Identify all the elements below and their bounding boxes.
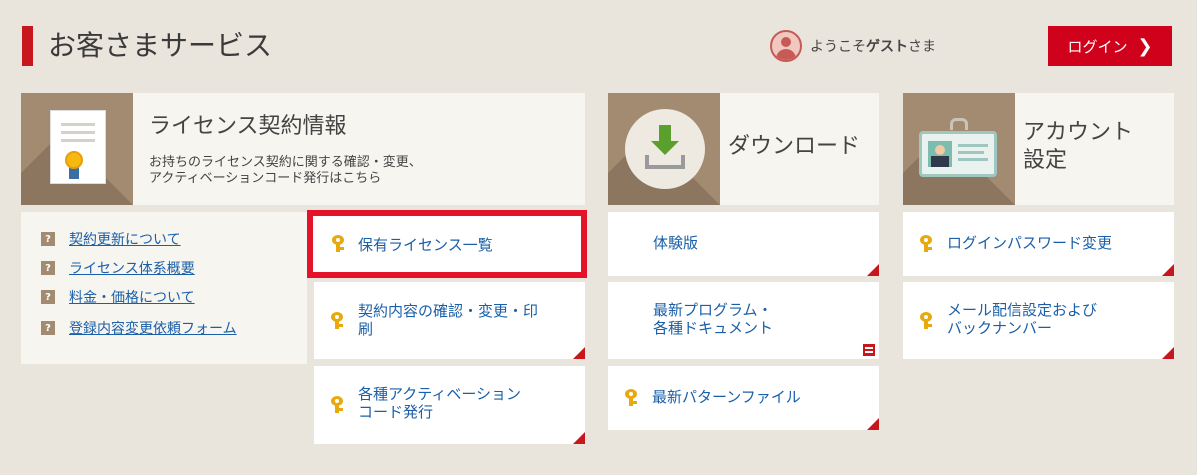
faq-item: ? 料金・価格について xyxy=(41,287,195,307)
key-icon xyxy=(625,389,639,407)
download-icon xyxy=(625,109,705,189)
question-icon: ? xyxy=(41,290,55,304)
login-button[interactable]: ログイン ❯ xyxy=(1048,26,1172,66)
key-icon xyxy=(332,235,346,253)
link-label-line1: メール配信設定および xyxy=(947,301,1098,319)
link-label-line2: バックナンバー xyxy=(947,319,1053,337)
account-panel-header: アカウント 設定 xyxy=(903,93,1174,205)
account-panel-title-line1: アカウント xyxy=(1023,120,1134,145)
license-panel-image xyxy=(21,93,133,205)
faq-item: ? 登録内容変更依頼フォーム xyxy=(41,318,237,338)
corner-marker xyxy=(573,432,585,444)
license-panel-header: ライセンス契約情報 お持ちのライセンス契約に関する確認・変更、 アクティベーショ… xyxy=(21,93,585,205)
link-label: 最新パターンファイル xyxy=(652,388,801,406)
faq-item: ? ライセンス体系概要 xyxy=(41,258,195,278)
faq-link-license-overview[interactable]: ライセンス体系概要 xyxy=(69,258,195,278)
contract-details-button[interactable]: 契約内容の確認・変更・印 刷 xyxy=(314,282,585,359)
question-icon: ? xyxy=(41,321,55,335)
faq-link-pricing[interactable]: 料金・価格について xyxy=(69,287,195,307)
corner-marker xyxy=(1162,347,1174,359)
license-panel-desc-line1: お持ちのライセンス契約に関する確認・変更、 xyxy=(149,155,422,170)
link-label-line2: コード発行 xyxy=(358,403,434,421)
user-avatar-icon xyxy=(770,30,802,62)
corner-marker xyxy=(867,264,879,276)
id-card-icon xyxy=(919,118,997,177)
corner-marker xyxy=(1162,264,1174,276)
link-label: ログインパスワード変更 xyxy=(947,234,1113,252)
faq-link-contract-renewal[interactable]: 契約更新について xyxy=(69,229,181,249)
link-label-line1: 各種アクティベーション xyxy=(358,385,522,403)
corner-marker xyxy=(867,418,879,430)
key-icon xyxy=(331,312,345,330)
link-label-line1: 最新プログラム・ xyxy=(653,301,773,319)
chevron-right-icon: ❯ xyxy=(1137,35,1153,57)
welcome-prefix: ようこそ xyxy=(810,39,866,55)
download-panel-title: ダウンロード xyxy=(728,134,861,159)
account-panel-title-line2: 設定 xyxy=(1023,148,1068,173)
faq-link-change-request-form[interactable]: 登録内容変更依頼フォーム xyxy=(69,318,237,338)
key-icon xyxy=(920,235,934,253)
key-icon xyxy=(331,396,345,414)
faq-item: ? 契約更新について xyxy=(41,229,181,249)
document-list-icon xyxy=(863,344,875,356)
login-password-change-button[interactable]: ログインパスワード変更 xyxy=(903,212,1174,276)
welcome-suffix: さま xyxy=(908,39,936,55)
link-label: 保有ライセンス一覧 xyxy=(358,236,493,254)
key-icon xyxy=(920,312,934,330)
link-label-line2: 各種ドキュメント xyxy=(653,319,774,337)
latest-pattern-file-button[interactable]: 最新パターンファイル xyxy=(608,366,879,430)
latest-program-docs-button[interactable]: 最新プログラム・ 各種ドキュメント xyxy=(608,282,879,359)
trial-version-button[interactable]: 体験版 xyxy=(608,212,879,276)
welcome-message: ようこそ ゲスト さま xyxy=(770,30,936,62)
download-panel-image xyxy=(608,93,720,205)
question-icon: ? xyxy=(41,232,55,246)
link-label-line2: 刷 xyxy=(358,320,374,338)
login-label: ログイン xyxy=(1067,37,1128,56)
license-panel-desc-line2: アクティベーションコード発行はこちら xyxy=(149,171,382,186)
account-panel-image xyxy=(903,93,1015,205)
activation-code-button[interactable]: 各種アクティベーション コード発行 xyxy=(314,366,585,444)
welcome-user: ゲスト xyxy=(866,39,908,55)
link-label-line1: 契約内容の確認・変更・印 xyxy=(358,302,539,320)
license-panel-title: ライセンス契約情報 xyxy=(149,114,347,139)
title-accent-bar xyxy=(22,26,33,66)
corner-marker xyxy=(573,347,585,359)
mail-settings-button[interactable]: メール配信設定および バックナンバー xyxy=(903,282,1174,359)
page-title: お客さまサービス xyxy=(48,29,273,62)
faq-panel: ? 契約更新について ? ライセンス体系概要 ? 料金・価格について ? 登録内… xyxy=(21,212,307,364)
download-panel-header: ダウンロード xyxy=(608,93,879,205)
question-icon: ? xyxy=(41,261,55,275)
certificate-icon xyxy=(51,111,105,183)
link-label: 体験版 xyxy=(653,234,699,252)
owned-license-list-button[interactable]: 保有ライセンス一覧 xyxy=(308,211,586,277)
